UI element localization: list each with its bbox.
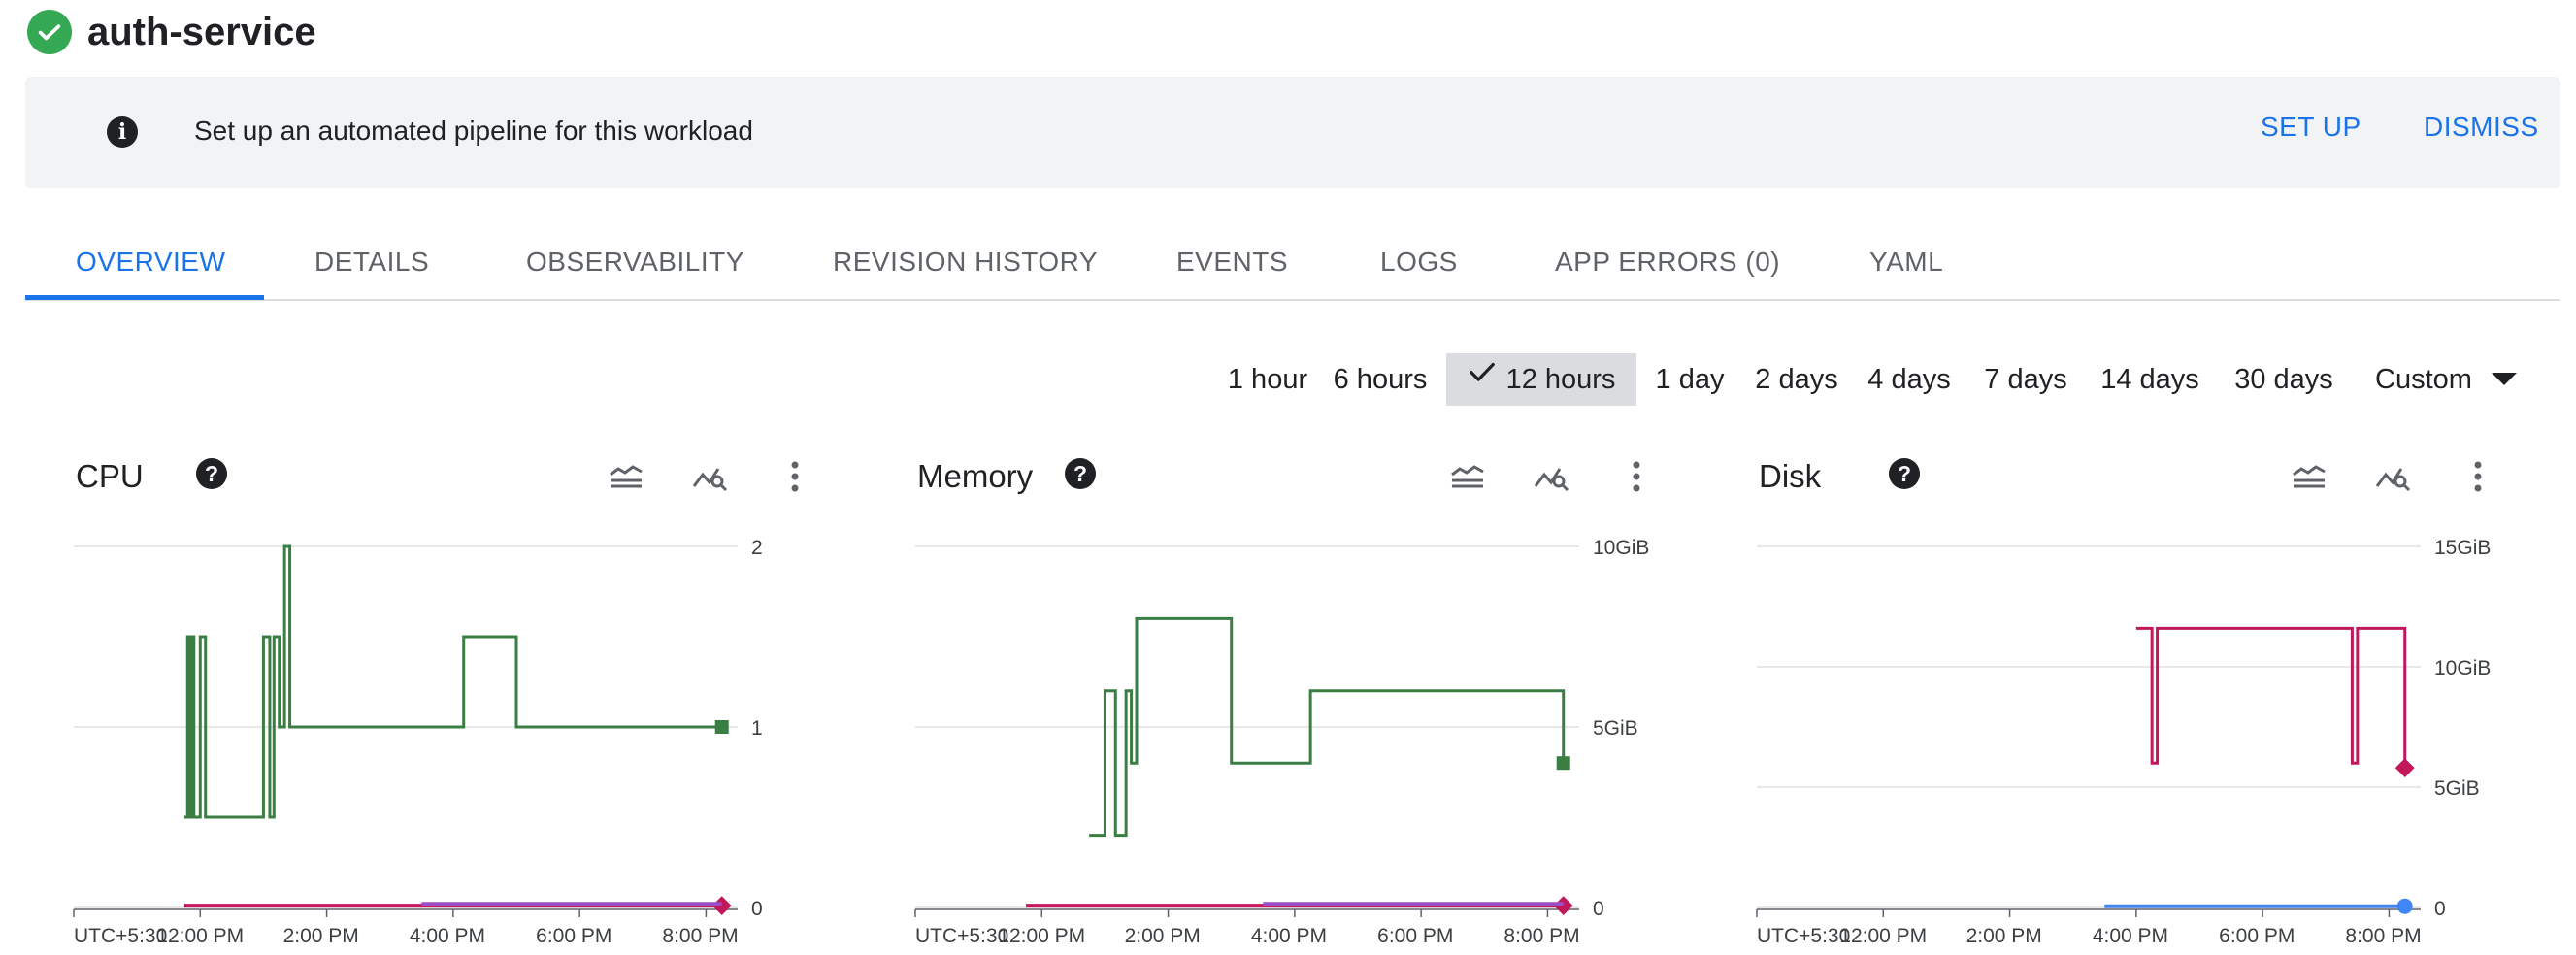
series-end-marker xyxy=(2396,898,2413,914)
series-end-marker xyxy=(714,720,729,734)
page-header: auth-service xyxy=(27,8,316,56)
y-tick-label: 10GiB xyxy=(1593,537,1649,559)
memory-chart-svg: 0 5GiB 10GiB UTC+5:3012:00 PM 2:00 PM 4:00 PM… xyxy=(914,537,1649,947)
tab-bar: OVERVIEW DETAILS OBSERVABILITY REVISION … xyxy=(25,233,2560,301)
x-tick-label: UTC+5:30 xyxy=(74,925,167,947)
active-tab-indicator xyxy=(25,295,264,300)
y-tick-label: 15GiB xyxy=(2434,537,2491,559)
x-tick-label: 2:00 PM xyxy=(283,925,359,947)
range-1-hour[interactable]: 1 hour xyxy=(1213,353,1322,406)
x-tick-label: 12:00 PM xyxy=(156,925,244,947)
dismiss-button[interactable]: DISMISS xyxy=(2424,112,2539,143)
banner-text: Set up an automated pipeline for this wo… xyxy=(194,115,753,146)
range-7-days[interactable]: 7 days xyxy=(1974,353,2077,406)
y-tick-label: 5GiB xyxy=(2434,777,2480,800)
x-tick-label: 4:00 PM xyxy=(2093,925,2168,947)
y-tick-label: 2 xyxy=(751,537,763,559)
series-line xyxy=(2135,626,2407,769)
x-tick-label: 4:00 PM xyxy=(1251,925,1327,947)
x-tick-label: 12:00 PM xyxy=(1839,925,1927,947)
x-tick-label: UTC+5:30 xyxy=(1757,925,1850,947)
tab-overview[interactable]: OVERVIEW xyxy=(76,247,225,278)
range-14-days[interactable]: 14 days xyxy=(2089,353,2211,406)
x-tick-label: 12:00 PM xyxy=(998,925,1085,947)
check-icon xyxy=(1468,351,1497,404)
page-title: auth-service xyxy=(87,10,316,53)
x-tick-label: 6:00 PM xyxy=(2219,925,2295,947)
x-tick-label: 2:00 PM xyxy=(1966,925,2042,947)
tab-events[interactable]: EVENTS xyxy=(1176,247,1288,278)
tab-app-errors[interactable]: APP ERRORS (0) xyxy=(1555,247,1780,278)
disk-chart-panel: Disk? 5GiB 10GiB 15GiB 0 UTC+5:30 12:00 PM 2:00… xyxy=(1745,442,2576,955)
range-6-hours[interactable]: 6 hours xyxy=(1328,353,1433,406)
x-tick-label: 6:00 PM xyxy=(536,925,611,947)
y-tick-label: 0 xyxy=(2434,898,2446,920)
series-end-marker xyxy=(1556,756,1570,771)
x-tick-label: 8:00 PM xyxy=(662,925,738,947)
range-12-hours-label: 12 hours xyxy=(1505,364,1616,395)
x-tick-label: 8:00 PM xyxy=(2345,925,2421,947)
series-end-marker xyxy=(2394,758,2415,778)
pipeline-banner: i Set up an automated pipeline for this … xyxy=(25,77,2560,188)
range-custom-label: Custom xyxy=(2375,364,2472,395)
range-12-hours[interactable]: 12 hours xyxy=(1446,353,1636,406)
check-circle-icon xyxy=(27,10,72,54)
y-tick-label: 1 xyxy=(751,717,763,740)
range-1-day[interactable]: 1 day xyxy=(1646,353,1734,406)
cpu-chart-panel: CPU? 0 1 2 UTC+5:30 12:00 PM 2:00 PM 4:00 PM 6:0… xyxy=(62,442,907,955)
disk-chart-svg: 5GiB 10GiB 15GiB 0 UTC+5:3012:00 PM 2:00 PM 4:… xyxy=(1756,537,2491,947)
y-tick-label: 0 xyxy=(751,898,763,920)
y-tick-label: 5GiB xyxy=(1593,717,1638,740)
x-tick-label: 2:00 PM xyxy=(1125,925,1201,947)
tab-yaml[interactable]: YAML xyxy=(1869,247,1943,278)
x-tick-label: UTC+5:30 xyxy=(915,925,1008,947)
tab-revision-history[interactable]: REVISION HISTORY xyxy=(833,247,1098,278)
memory-chart-panel: Memory? 0 5GiB 10GiB UTC+5:30 12:00 PM 2:00 PM… xyxy=(904,442,1748,955)
info-icon: i xyxy=(107,116,138,148)
y-tick-label: 0 xyxy=(1593,898,1604,920)
range-custom-dropdown[interactable]: Custom xyxy=(2359,353,2533,406)
tab-details[interactable]: DETAILS xyxy=(314,247,429,278)
tab-observability[interactable]: OBSERVABILITY xyxy=(526,247,744,278)
range-30-days[interactable]: 30 days xyxy=(2223,353,2345,406)
x-tick-label: 6:00 PM xyxy=(1377,925,1453,947)
chevron-down-icon xyxy=(2491,372,2517,385)
setup-button[interactable]: SET UP xyxy=(2261,112,2361,143)
cpu-chart-svg: 0 1 2 UTC+5:3012:00 PM 2:00 PM 4:00 PM 6:00 PM… xyxy=(73,537,763,947)
x-tick-label: 4:00 PM xyxy=(410,925,485,947)
y-tick-label: 10GiB xyxy=(2434,657,2491,679)
series-line xyxy=(184,544,722,819)
x-tick-label: 8:00 PM xyxy=(1503,925,1579,947)
range-4-days[interactable]: 4 days xyxy=(1858,353,1961,406)
tab-logs[interactable]: LOGS xyxy=(1380,247,1458,278)
range-2-days[interactable]: 2 days xyxy=(1745,353,1848,406)
